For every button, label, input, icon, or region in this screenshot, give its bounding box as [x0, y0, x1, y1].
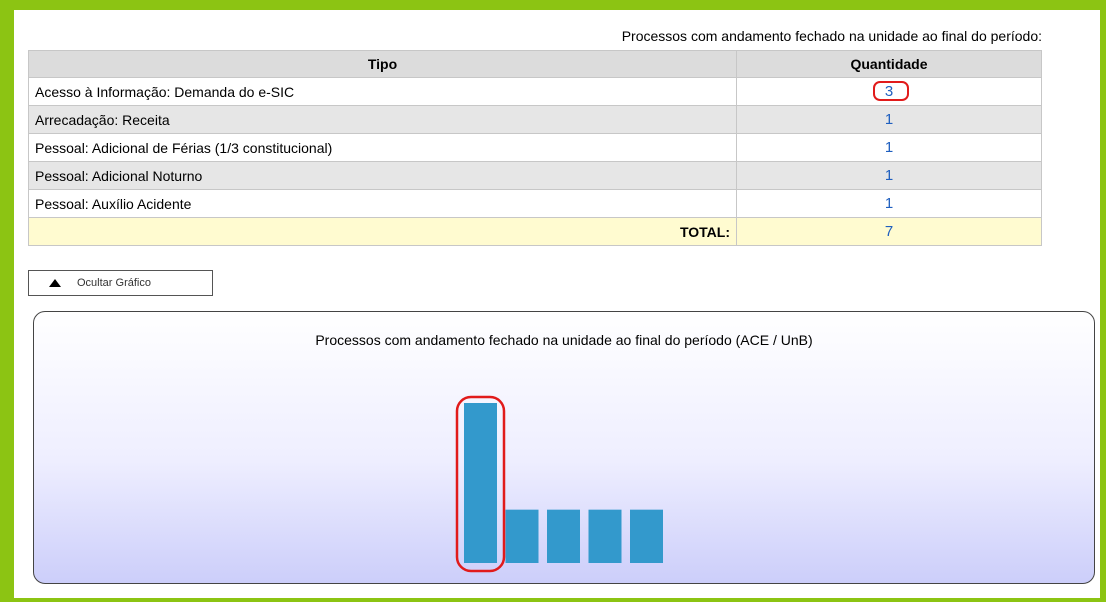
- chart-bar[interactable]: [505, 509, 539, 563]
- bar-chart: [455, 395, 663, 573]
- row-tipo: Acesso à Informação: Demanda do e-SIC: [28, 77, 737, 106]
- green-frame-top: [0, 0, 1106, 10]
- green-frame-left: [0, 0, 14, 602]
- chart-bar[interactable]: [464, 403, 497, 563]
- row-quantidade-link[interactable]: 1: [736, 161, 1042, 190]
- green-frame-bottom: [14, 598, 1100, 602]
- triangle-up-icon: [49, 279, 61, 287]
- chart-bar[interactable]: [630, 509, 663, 563]
- table-row: Pessoal: Adicional de Férias (1/3 consti…: [28, 133, 1042, 162]
- total-label: TOTAL:: [28, 217, 737, 246]
- total-value-link[interactable]: 7: [736, 217, 1042, 246]
- row-quantidade-link[interactable]: 1: [736, 105, 1042, 134]
- report-table: Tipo Quantidade Acesso à Informação: Dem…: [28, 50, 1042, 246]
- column-header-tipo: Tipo: [28, 50, 737, 78]
- hide-chart-label: Ocultar Gráfico: [77, 277, 151, 289]
- row-quantidade-link[interactable]: 1: [736, 189, 1042, 218]
- row-quantidade-link[interactable]: 1: [736, 133, 1042, 162]
- column-header-quantidade: Quantidade: [736, 50, 1042, 78]
- green-frame-right: [1100, 0, 1106, 602]
- chart-bar[interactable]: [547, 509, 580, 563]
- table-header-row: Tipo Quantidade: [28, 50, 1042, 78]
- hide-chart-button[interactable]: Ocultar Gráfico: [28, 270, 213, 296]
- highlight-ellipse: [872, 81, 909, 101]
- row-tipo: Arrecadação: Receita: [28, 105, 737, 134]
- row-tipo: Pessoal: Auxílio Acidente: [28, 189, 737, 218]
- table-row: Acesso à Informação: Demanda do e-SIC 3: [28, 77, 1042, 106]
- chart-bar[interactable]: [588, 509, 622, 563]
- table-row: Arrecadação: Receita 1: [28, 105, 1042, 134]
- table-row: Pessoal: Auxílio Acidente 1: [28, 189, 1042, 218]
- chart-panel: Processos com andamento fechado na unida…: [33, 311, 1095, 584]
- row-tipo: Pessoal: Adicional de Férias (1/3 consti…: [28, 133, 737, 162]
- table-total-row: TOTAL: 7: [28, 217, 1042, 246]
- row-quantidade-link[interactable]: 3: [736, 77, 1042, 106]
- row-tipo: Pessoal: Adicional Noturno: [28, 161, 737, 190]
- table-row: Pessoal: Adicional Noturno 1: [28, 161, 1042, 190]
- table-caption: Processos com andamento fechado na unida…: [621, 28, 1042, 44]
